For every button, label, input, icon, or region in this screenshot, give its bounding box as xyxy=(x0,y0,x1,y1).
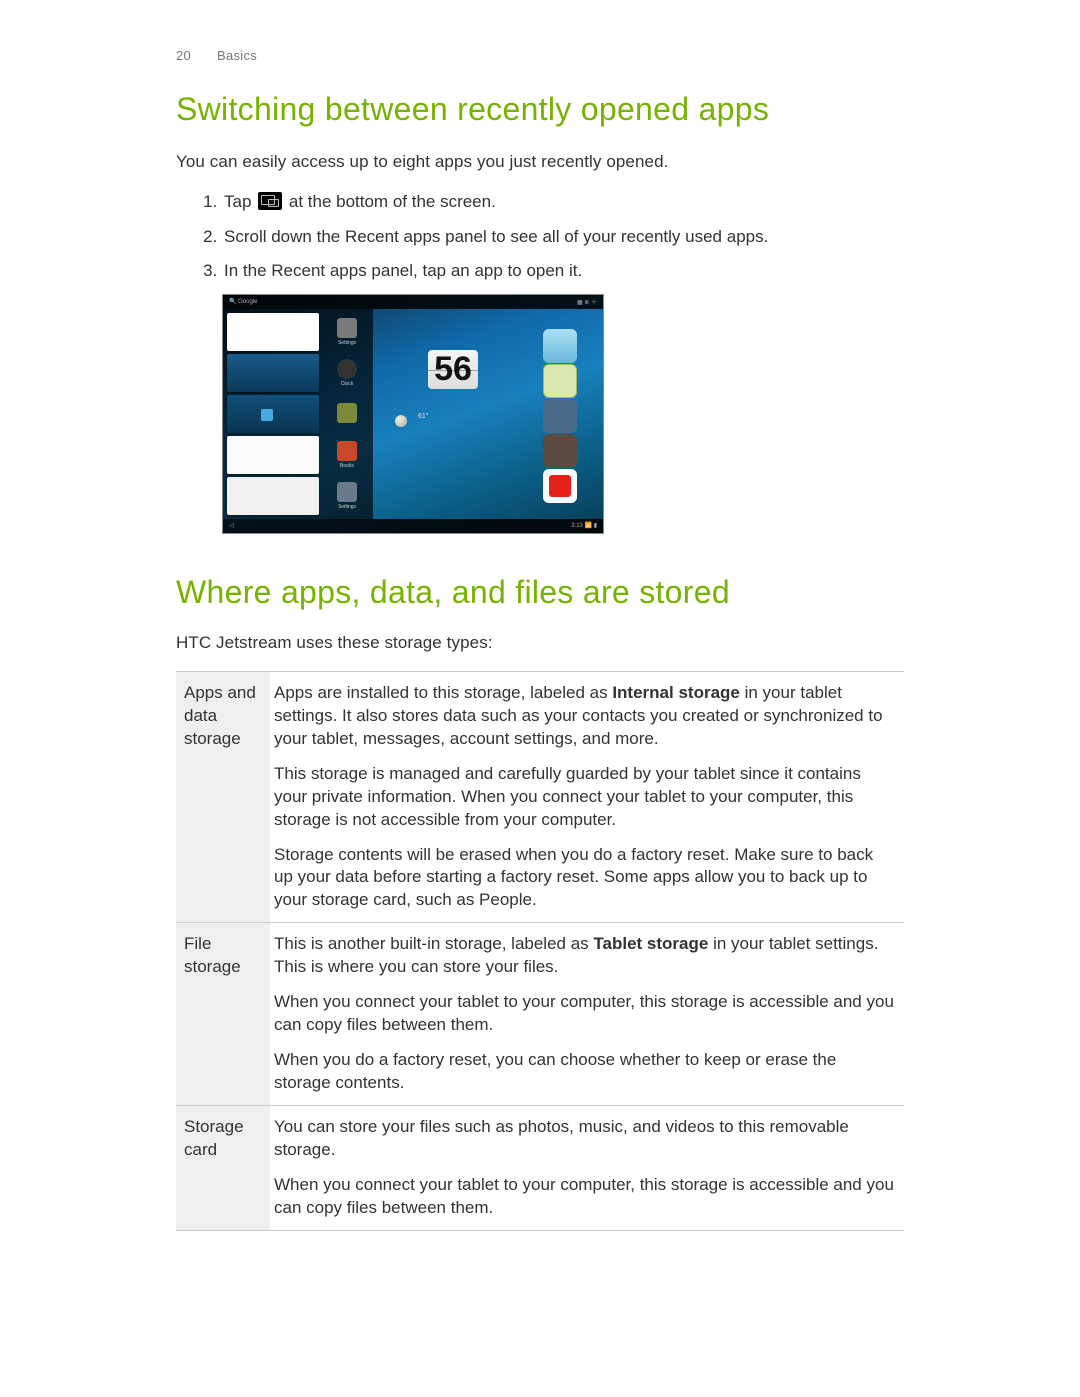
heading-switching-apps: Switching between recently opened apps xyxy=(176,91,904,128)
row-label: Apps and data storage xyxy=(176,671,270,922)
step-3: In the Recent apps panel, tap an app to … xyxy=(222,259,904,284)
clock-time: 3:13 📶 ▮ xyxy=(571,522,597,529)
recent-apps-panel: Settings Clock Books Settings xyxy=(223,309,373,519)
recent-thumb xyxy=(227,436,319,474)
settings-icon xyxy=(337,482,357,502)
recent-thumb xyxy=(227,395,319,433)
heading-storage: Where apps, data, and files are stored xyxy=(176,574,904,611)
back-icon: ◁ xyxy=(229,522,234,529)
page-number: 20 xyxy=(176,48,191,63)
app-icon xyxy=(337,403,357,423)
recent-thumb xyxy=(227,477,319,515)
clock-widget: 56 xyxy=(403,335,503,405)
table-row: Storage card You can store your files su… xyxy=(176,1105,904,1230)
bold-tablet-storage: Tablet storage xyxy=(593,934,708,953)
tablet-screenshot: 🔍 Google ▦ ⊕ ＋ Settings Clock Books Sett… xyxy=(222,294,604,534)
row-content: Apps are installed to this storage, labe… xyxy=(270,671,904,922)
flip-clock: 56 xyxy=(428,350,478,389)
row-label: Storage card xyxy=(176,1105,270,1230)
row-label: File storage xyxy=(176,923,270,1106)
intro-text-1: You can easily access up to eight apps y… xyxy=(176,152,904,172)
bold-internal-storage: Internal storage xyxy=(612,683,740,702)
intro-text-2: HTC Jetstream uses these storage types: xyxy=(176,633,904,653)
clock-icon xyxy=(337,359,357,379)
page-section: Basics xyxy=(217,48,257,63)
search-label: 🔍 Google xyxy=(229,298,258,305)
topbar-right-icons: ▦ ⊕ ＋ xyxy=(577,297,597,306)
market-icon xyxy=(543,399,577,433)
recent-thumb xyxy=(227,354,319,392)
moon-icon xyxy=(395,415,407,427)
screenshot-container: 🔍 Google ▦ ⊕ ＋ Settings Clock Books Sett… xyxy=(222,294,904,534)
step-2: Scroll down the Recent apps panel to see… xyxy=(222,225,904,250)
books-icon xyxy=(337,441,357,461)
row-content: You can store your files such as photos,… xyxy=(270,1105,904,1230)
recent-thumb xyxy=(227,313,319,351)
row-content: This is another built-in storage, labele… xyxy=(270,923,904,1106)
shot-bottombar: ◁ 3:13 📶 ▮ xyxy=(223,519,603,533)
storage-table: Apps and data storage Apps are installed… xyxy=(176,671,904,1231)
browser-icon xyxy=(543,329,577,363)
mail-icon xyxy=(543,364,577,398)
settings-icon xyxy=(337,318,357,338)
camera-icon xyxy=(543,434,577,468)
recent-apps-icon xyxy=(258,192,282,210)
shot-topbar: 🔍 Google ▦ ⊕ ＋ xyxy=(223,295,603,309)
table-row: File storage This is another built-in st… xyxy=(176,923,904,1106)
weather-temp: 61° xyxy=(418,413,429,420)
home-icons-column xyxy=(535,329,585,503)
page-header: 20 Basics xyxy=(176,48,904,63)
youtube-icon xyxy=(543,469,577,503)
table-row: Apps and data storage Apps are installed… xyxy=(176,671,904,922)
steps-list: Tap at the bottom of the screen. Scroll … xyxy=(202,190,904,284)
step-1: Tap at the bottom of the screen. xyxy=(222,190,904,215)
